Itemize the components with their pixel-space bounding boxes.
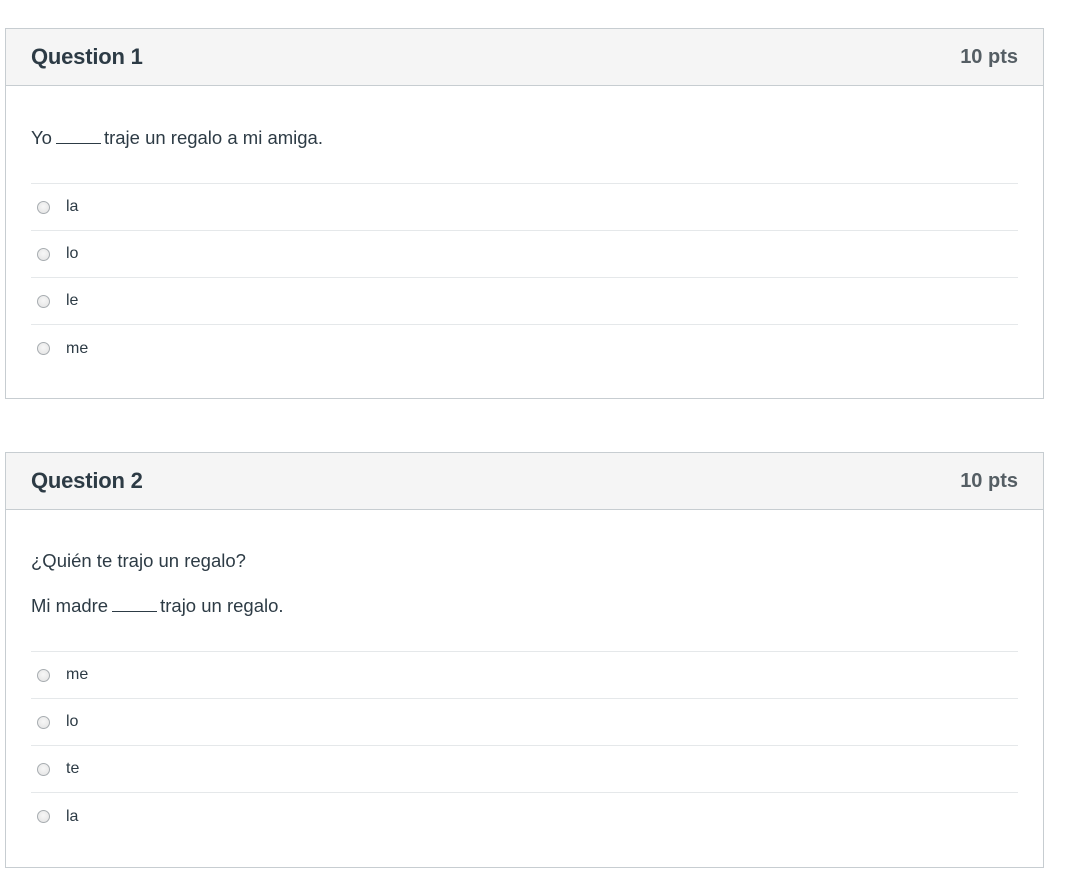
question-text-before: Mi madre xyxy=(31,595,109,616)
question-points: 10 pts xyxy=(960,45,1018,68)
question-title: Question 2 xyxy=(31,468,143,493)
question-text: Mi madre trajo un regalo. xyxy=(31,593,1018,619)
radio-button[interactable] xyxy=(37,247,50,261)
answer-option[interactable]: la xyxy=(31,793,1018,840)
answer-option[interactable]: le xyxy=(31,278,1018,325)
answer-option[interactable]: me xyxy=(31,652,1018,699)
question-points: 10 pts xyxy=(960,469,1018,492)
radio-button[interactable] xyxy=(37,810,50,823)
answer-label[interactable]: lo xyxy=(66,245,78,263)
answer-option[interactable]: me xyxy=(31,325,1018,372)
answer-option[interactable]: lo xyxy=(31,231,1018,278)
question-title: Question 1 xyxy=(31,44,143,69)
fill-in-blank xyxy=(112,593,158,612)
question-body: ¿Quién te trajo un regalo? Mi madre trajo… xyxy=(6,548,1043,840)
fill-in-blank xyxy=(55,125,101,144)
answer-option[interactable]: te xyxy=(31,746,1018,793)
answer-option[interactable]: lo xyxy=(31,699,1018,746)
answer-label[interactable]: lo xyxy=(66,713,78,731)
question-prompt: ¿Quién te trajo un regalo? xyxy=(31,550,246,571)
answer-label[interactable]: le xyxy=(66,292,78,310)
answer-label[interactable]: me xyxy=(66,340,88,358)
radio-button[interactable] xyxy=(37,715,50,729)
answer-list: la lo le me xyxy=(31,183,1018,372)
question-text-after: traje un regalo a mi amiga. xyxy=(103,127,323,148)
answer-label[interactable]: me xyxy=(66,666,88,684)
answer-label[interactable]: la xyxy=(66,198,78,216)
question-header: Question 1 10 pts xyxy=(6,29,1043,86)
radio-button[interactable] xyxy=(37,762,50,776)
radio-button[interactable] xyxy=(37,200,50,214)
question-1: Question 1 10 pts Yo traje un regalo a mi… xyxy=(5,28,1044,399)
question-text-before: Yo xyxy=(31,127,52,148)
question-body: Yo traje un regalo a mi amiga. la lo le m… xyxy=(6,125,1043,372)
answer-list: me lo te la xyxy=(31,651,1018,840)
question-header: Question 2 10 pts xyxy=(6,453,1043,510)
answer-label[interactable]: la xyxy=(66,808,78,826)
radio-button[interactable] xyxy=(37,668,50,682)
question-text-after: trajo un regalo. xyxy=(160,595,284,616)
question-text: Yo traje un regalo a mi amiga. xyxy=(31,125,1018,151)
question-2: Question 2 10 pts ¿Quién te trajo un reg… xyxy=(5,452,1044,868)
radio-button[interactable] xyxy=(37,294,50,308)
answer-label[interactable]: te xyxy=(66,760,79,778)
radio-button[interactable] xyxy=(37,342,50,355)
answer-option[interactable]: la xyxy=(31,184,1018,231)
